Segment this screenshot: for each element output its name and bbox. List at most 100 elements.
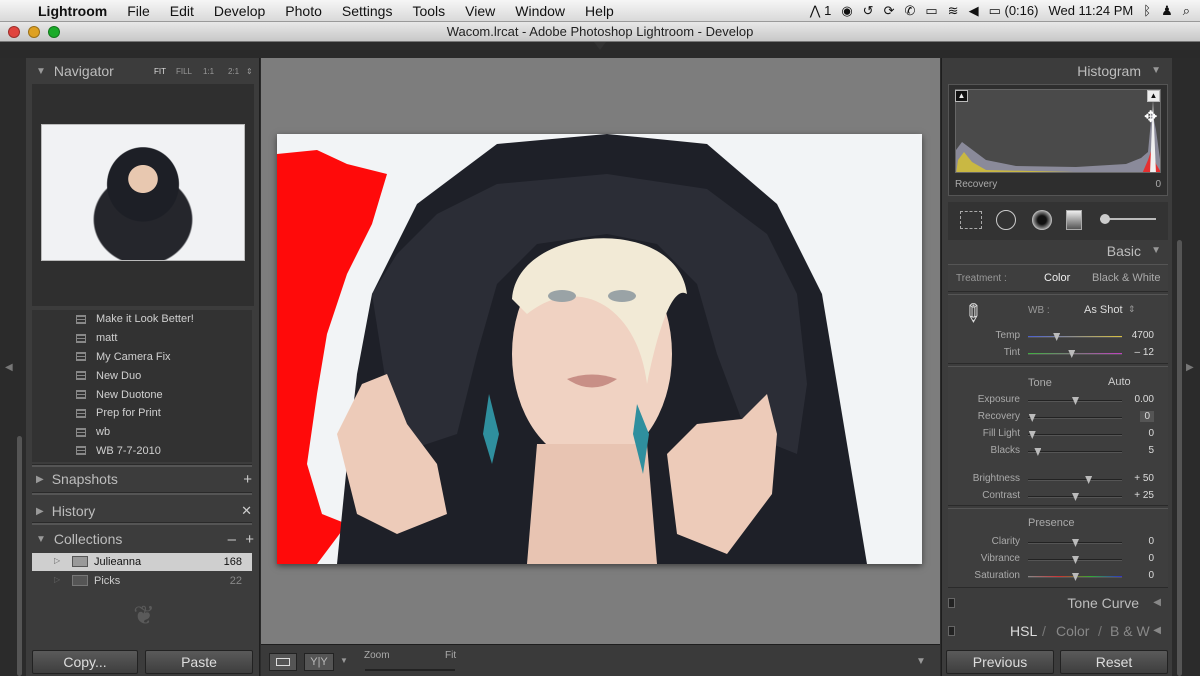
top-panel-toggle[interactable]: [594, 42, 606, 50]
slider-track[interactable]: [1028, 431, 1122, 439]
slider-handle[interactable]: [1072, 573, 1079, 581]
copy-button[interactable]: Copy...: [32, 650, 138, 674]
slider-track[interactable]: [1028, 448, 1122, 456]
slider-track[interactable]: [1028, 556, 1122, 564]
right-scrollbar[interactable]: [1177, 240, 1182, 676]
slider-value[interactable]: – 12: [1135, 347, 1154, 358]
reset-button[interactable]: Reset: [1060, 650, 1168, 674]
user-icon[interactable]: ♟: [1161, 3, 1173, 19]
add-collection-icon[interactable]: +: [245, 531, 254, 548]
treatment-color-option[interactable]: Color: [1044, 272, 1070, 284]
loupe-view-button[interactable]: [269, 653, 297, 671]
zoom-stepper-icon[interactable]: ⇕: [246, 67, 253, 76]
slider-handle[interactable]: [1072, 493, 1079, 501]
sync-icon[interactable]: ⟳: [884, 3, 895, 19]
slider-value[interactable]: + 25: [1134, 490, 1154, 501]
previous-button[interactable]: Previous: [946, 650, 1054, 674]
before-after-dropdown-icon[interactable]: ▼: [340, 656, 348, 665]
zoom-2-1[interactable]: 2:1: [228, 67, 239, 76]
list-item[interactable]: WB 7-7-2010: [32, 442, 252, 461]
crop-tool-icon[interactable]: [960, 211, 982, 229]
menu-edit[interactable]: Edit: [160, 3, 204, 19]
zoom-1-1[interactable]: 1:1: [203, 67, 214, 76]
list-item[interactable]: Prep for Print: [32, 404, 252, 423]
adobe-status-icon[interactable]: ⋀ 1: [810, 3, 832, 19]
menu-photo[interactable]: Photo: [275, 3, 332, 19]
list-item[interactable]: My Camera Fix: [32, 348, 252, 367]
snapshots-header[interactable]: ▶ Snapshots +: [26, 466, 260, 492]
phone-icon[interactable]: ✆: [904, 3, 915, 19]
menu-tools[interactable]: Tools: [402, 3, 455, 19]
slider-track[interactable]: [1028, 414, 1122, 422]
bluetooth-icon[interactable]: ᛒ: [1143, 3, 1151, 18]
slider-value[interactable]: 0: [1148, 570, 1154, 581]
menu-window[interactable]: Window: [505, 3, 575, 19]
left-panel-toggle[interactable]: ◀: [5, 362, 13, 373]
slider-value[interactable]: 0: [1148, 536, 1154, 547]
slider-value[interactable]: 5: [1148, 445, 1154, 456]
panel-switch-icon[interactable]: [948, 598, 955, 608]
slider-value[interactable]: 0: [1140, 411, 1154, 422]
minimize-window-button[interactable]: [28, 26, 40, 38]
wifi-icon[interactable]: ≋: [948, 3, 959, 19]
slider-track[interactable]: [1028, 333, 1122, 341]
graduated-filter-icon[interactable]: [1066, 210, 1082, 230]
slider-handle[interactable]: [1068, 350, 1076, 358]
slider-track[interactable]: [1028, 476, 1122, 484]
navigator-header[interactable]: ▼ Navigator FIT FILL 1:1 2:1 ⇕: [26, 58, 260, 84]
slider-handle[interactable]: [1085, 476, 1093, 484]
slider-handle[interactable]: [1034, 448, 1042, 456]
time-machine-icon[interactable]: ↺: [863, 3, 874, 19]
before-after-button[interactable]: Y|Y: [304, 653, 334, 671]
navigator-thumbnail[interactable]: [41, 124, 245, 261]
shadow-clipping-indicator[interactable]: ▲: [955, 90, 968, 102]
slider-track[interactable]: [1028, 397, 1122, 405]
zoom-window-button[interactable]: [48, 26, 60, 38]
left-scrollbar[interactable]: [17, 436, 22, 676]
slider-value[interactable]: 0: [1148, 553, 1154, 564]
spotlight-icon[interactable]: ⌕: [1183, 3, 1190, 19]
menu-develop[interactable]: Develop: [204, 3, 275, 19]
slider-handle[interactable]: [1053, 333, 1061, 341]
battery-icon[interactable]: ▭ (0:16): [989, 3, 1039, 19]
slider-value[interactable]: 0.00: [1135, 394, 1154, 405]
slider-handle[interactable]: [1072, 539, 1079, 547]
slider-value[interactable]: + 50: [1134, 473, 1154, 484]
slider-handle[interactable]: [1072, 397, 1079, 405]
histogram-area[interactable]: ▲ ▲ ✥ Recovery 0: [948, 84, 1168, 196]
main-photo[interactable]: [277, 134, 922, 564]
clear-history-icon[interactable]: ✕: [241, 503, 252, 519]
display-icon[interactable]: ▭: [925, 3, 937, 19]
treatment-bw-option[interactable]: Black & White: [1092, 272, 1160, 284]
list-item[interactable]: New Duo: [32, 366, 252, 385]
collection-row[interactable]: ▷ Julieanna 168: [32, 553, 252, 571]
basic-header[interactable]: Basic ▼: [942, 240, 1173, 262]
right-panel-toggle[interactable]: ▶: [1186, 362, 1194, 373]
slider-handle[interactable]: [1072, 556, 1079, 564]
volume-icon[interactable]: ◀: [969, 3, 979, 19]
slider-track[interactable]: [1028, 539, 1122, 547]
menu-settings[interactable]: Settings: [332, 3, 403, 19]
red-eye-tool-icon[interactable]: [1032, 210, 1052, 230]
highlight-clipping-indicator[interactable]: ▲: [1147, 90, 1160, 102]
remove-collection-icon[interactable]: –: [228, 531, 236, 548]
add-snapshot-icon[interactable]: +: [243, 471, 252, 488]
histogram-header[interactable]: Histogram ▼: [942, 58, 1173, 84]
slider-track[interactable]: [1028, 573, 1122, 581]
expand-triangle-icon[interactable]: ▷: [54, 575, 60, 584]
collections-header[interactable]: ▼ Collections – +: [26, 526, 260, 552]
hsl-header[interactable]: HSL / Color / B & W ◀: [942, 620, 1173, 642]
collection-row[interactable]: ▷ Picks 22: [32, 572, 252, 590]
spot-removal-tool-icon[interactable]: [996, 210, 1016, 230]
slider-value[interactable]: 0: [1148, 428, 1154, 439]
bw-tab[interactable]: B & W: [1110, 623, 1150, 639]
menu-app-name[interactable]: Lightroom: [28, 3, 117, 19]
adjustment-brush-icon[interactable]: [1100, 214, 1156, 224]
slider-handle[interactable]: [1028, 431, 1036, 439]
wb-stepper-icon[interactable]: ⇕: [1128, 304, 1136, 315]
color-tab[interactable]: Color: [1056, 623, 1089, 639]
menu-help[interactable]: Help: [575, 3, 624, 19]
paste-button[interactable]: Paste: [145, 650, 253, 674]
list-item[interactable]: wb: [32, 423, 252, 442]
menu-view[interactable]: View: [455, 3, 505, 19]
